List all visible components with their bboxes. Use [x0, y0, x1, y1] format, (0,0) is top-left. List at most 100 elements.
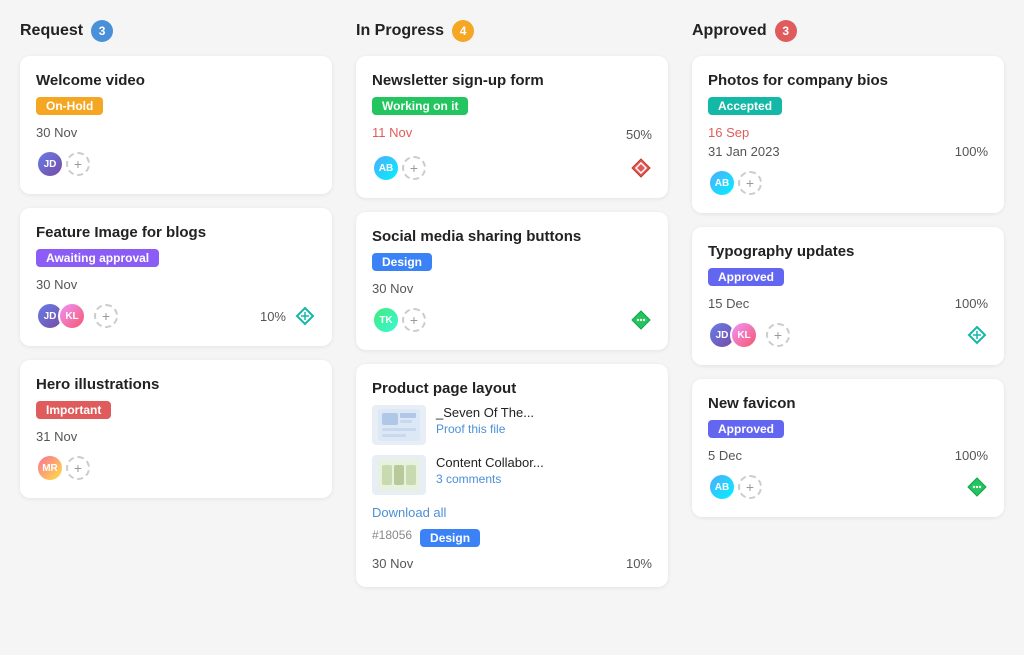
percent-photos: 100% [955, 144, 988, 159]
percent-typography: 100% [955, 296, 988, 311]
column-title-approved: Approved [692, 22, 767, 40]
avatars-typography: JD KL + [708, 321, 790, 349]
footer-hero: MR + [36, 454, 316, 482]
diamond-icon-favicon [966, 476, 988, 498]
card-title-social-media: Social media sharing buttons [372, 228, 652, 245]
avatars-favicon: AB + [708, 473, 762, 501]
footer-typography: JD KL + [708, 321, 988, 349]
percent-feature-image: 10% [260, 309, 286, 324]
card-social-media: Social media sharing buttons Design 30 N… [356, 212, 668, 350]
card-product-page: Product page layout _Seven Of The... Pro… [356, 364, 668, 587]
card-title-welcome-video: Welcome video [36, 72, 316, 89]
add-assignee-favicon[interactable]: + [738, 475, 762, 499]
date-newsletter: 11 Nov [372, 125, 412, 140]
column-title-request: Request [20, 22, 83, 40]
file-info-2: Content Collabor... 3 comments [436, 455, 544, 486]
card-photos-company: Photos for company bios Accepted 16 Sep … [692, 56, 1004, 213]
column-header-request: Request 3 [20, 20, 332, 42]
tag-on-hold: On-Hold [36, 97, 103, 115]
file-thumb-1 [372, 405, 426, 445]
date-welcome-video: 30 Nov [36, 125, 316, 140]
tag-working-on-it: Working on it [372, 97, 468, 115]
card-welcome-video: Welcome video On-Hold 30 Nov JD + [20, 56, 332, 194]
date-red-photos: 16 Sep [708, 125, 988, 140]
card-title-hero: Hero illustrations [36, 376, 316, 393]
date-feature-image: 30 Nov [36, 277, 316, 292]
badge-request: 3 [91, 20, 113, 42]
avatars-hero: MR + [36, 454, 90, 482]
file-name-2: Content Collabor... [436, 455, 544, 470]
tag-design-product: Design [420, 529, 480, 547]
add-assignee-welcome-video[interactable]: + [66, 152, 90, 176]
card-id-product: #18056 [372, 528, 412, 542]
comments-link[interactable]: 3 comments [436, 472, 544, 486]
file-thumb-2 [372, 455, 426, 495]
avatar-fav-1: AB [708, 473, 736, 501]
add-assignee-photos[interactable]: + [738, 171, 762, 195]
badge-in-progress: 4 [452, 20, 474, 42]
avatar-1: JD [36, 150, 64, 178]
avatar-sm-1: TK [372, 306, 400, 334]
card-title-favicon: New favicon [708, 395, 988, 412]
diamond-icon-feature-image [294, 305, 316, 327]
date-hero: 31 Nov [36, 429, 316, 444]
avatar-nl-1: AB [372, 154, 400, 182]
card-typography: Typography updates Approved 15 Dec 100% … [692, 227, 1004, 365]
kanban-board: Request 3 Welcome video On-Hold 30 Nov J… [20, 20, 1004, 601]
avatar-ph-1: AB [708, 169, 736, 197]
percent-product-page: 10% [626, 556, 652, 571]
column-request: Request 3 Welcome video On-Hold 30 Nov J… [20, 20, 332, 601]
download-all-link[interactable]: Download all [372, 505, 652, 520]
diamond-icon-newsletter [630, 157, 652, 179]
percent-newsletter: 50% [626, 127, 652, 142]
avatars-feature-image: JD KL + [36, 302, 118, 330]
avatars-newsletter: AB + [372, 154, 426, 182]
card-newsletter: Newsletter sign-up form Working on it 11… [356, 56, 668, 198]
avatars-social-media: TK + [372, 306, 426, 334]
card-title-typography: Typography updates [708, 243, 988, 260]
file-row-2: Content Collabor... 3 comments [372, 455, 652, 495]
footer-social-media: TK + [372, 306, 652, 334]
tag-important: Important [36, 401, 111, 419]
date-favicon: 5 Dec [708, 448, 742, 463]
tag-awaiting-approval: Awaiting approval [36, 249, 159, 267]
tag-accepted: Accepted [708, 97, 782, 115]
file-row-1: _Seven Of The... Proof this file [372, 405, 652, 445]
add-assignee-typography[interactable]: + [766, 323, 790, 347]
footer-welcome-video: JD + [36, 150, 316, 178]
footer-favicon: AB + [708, 473, 988, 501]
footer-photos: AB + [708, 169, 988, 197]
footer-feature-image: JD KL + 10% [36, 302, 316, 330]
date-photos: 31 Jan 2023 [708, 144, 780, 159]
tag-design-social: Design [372, 253, 432, 271]
add-assignee-newsletter[interactable]: + [402, 156, 426, 180]
date-social-media: 30 Nov [372, 281, 652, 296]
date-typography: 15 Dec [708, 296, 749, 311]
avatars-photos: AB + [708, 169, 762, 197]
card-title-photos: Photos for company bios [708, 72, 988, 89]
add-assignee-feature-image[interactable]: + [94, 304, 118, 328]
avatar-ty-2: KL [730, 321, 758, 349]
card-feature-image: Feature Image for blogs Awaiting approva… [20, 208, 332, 346]
column-header-in-progress: In Progress 4 [356, 20, 668, 42]
add-assignee-hero[interactable]: + [66, 456, 90, 480]
column-title-in-progress: In Progress [356, 22, 444, 40]
proof-this-file-link[interactable]: Proof this file [436, 422, 534, 436]
diamond-icon-typography [966, 324, 988, 346]
card-title-newsletter: Newsletter sign-up form [372, 72, 652, 89]
card-hero-illustrations: Hero illustrations Important 31 Nov MR + [20, 360, 332, 498]
diamond-icon-social-media [630, 309, 652, 331]
tag-approved-typography: Approved [708, 268, 784, 286]
badge-approved: 3 [775, 20, 797, 42]
file-info-1: _Seven Of The... Proof this file [436, 405, 534, 436]
add-assignee-social-media[interactable]: + [402, 308, 426, 332]
card-new-favicon: New favicon Approved 5 Dec 100% AB + [692, 379, 1004, 517]
column-approved: Approved 3 Photos for company bios Accep… [692, 20, 1004, 601]
file-name-1: _Seven Of The... [436, 405, 534, 420]
card-title-product-page: Product page layout [372, 380, 652, 397]
card-title-feature-image: Feature Image for blogs [36, 224, 316, 241]
column-header-approved: Approved 3 [692, 20, 1004, 42]
footer-newsletter: AB + [372, 154, 652, 182]
avatars-welcome-video: JD + [36, 150, 90, 178]
tag-approved-favicon: Approved [708, 420, 784, 438]
